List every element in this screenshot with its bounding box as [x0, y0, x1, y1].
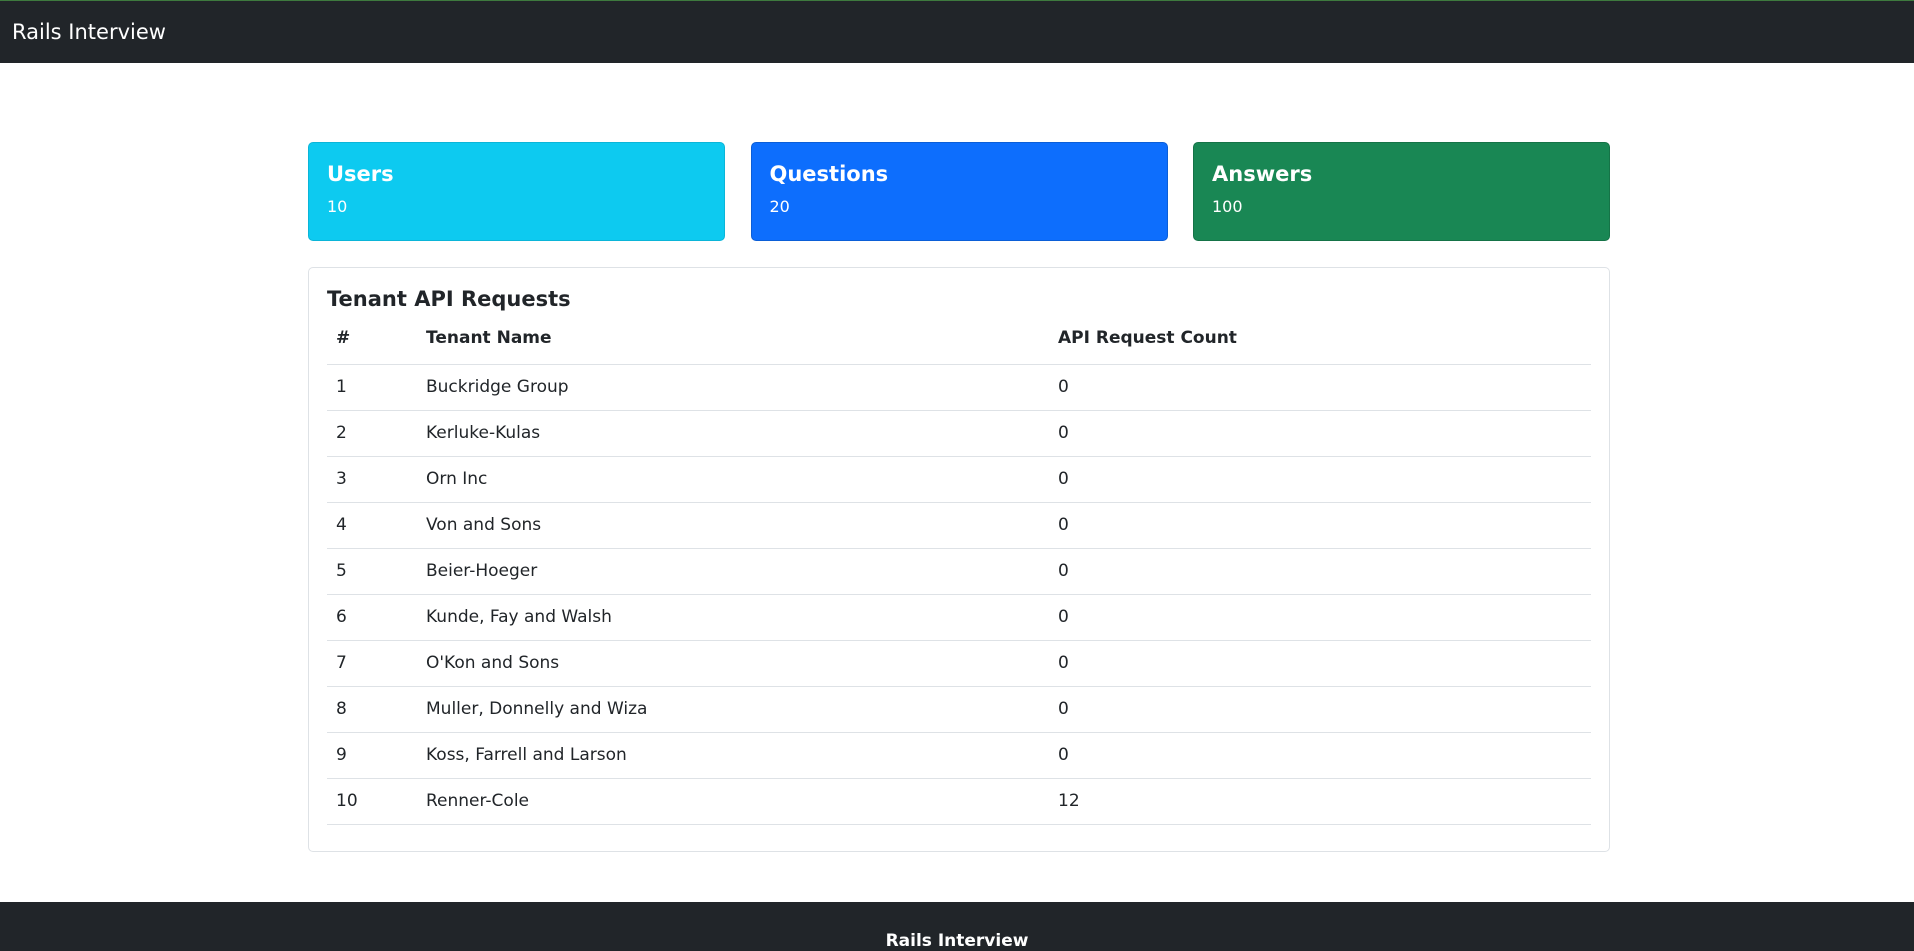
row-tenant-name: Renner-Cole — [417, 778, 1049, 825]
row-request-count: 0 — [1049, 686, 1591, 733]
table-title: Tenant API Requests — [327, 287, 571, 311]
table-row: 9 Koss, Farrell and Larson 0 — [327, 732, 1591, 779]
row-request-count: 0 — [1049, 548, 1591, 595]
table-row: 6 Kunde, Fay and Walsh 0 — [327, 594, 1591, 641]
row-tenant-name: Orn Inc — [417, 456, 1049, 503]
header-api-request-count: API Request Count — [1049, 326, 1591, 365]
row-tenant-name: Koss, Farrell and Larson — [417, 732, 1049, 779]
row-id: 1 — [327, 364, 417, 411]
row-request-count: 0 — [1049, 410, 1591, 457]
table-header-row: # Tenant Name API Request Count — [327, 326, 1591, 365]
row-request-count: 0 — [1049, 364, 1591, 411]
questions-stat-title: Questions — [769, 162, 889, 186]
row-request-count: 12 — [1049, 778, 1591, 825]
row-tenant-name: Buckridge Group — [417, 364, 1049, 411]
row-id: 5 — [327, 548, 417, 595]
row-id: 3 — [327, 456, 417, 503]
table-row: 8 Muller, Donnelly and Wiza 0 — [327, 686, 1591, 733]
users-stat-card: Users 10 — [308, 142, 725, 241]
table-row: 1 Buckridge Group 0 — [327, 364, 1591, 411]
answers-stat-title: Answers — [1212, 162, 1313, 186]
row-tenant-name: Kerluke-Kulas — [417, 410, 1049, 457]
row-id: 6 — [327, 594, 417, 641]
table-row: 2 Kerluke-Kulas 0 — [327, 410, 1591, 457]
header-number: # — [327, 326, 417, 365]
table-row: 4 Von and Sons 0 — [327, 502, 1591, 549]
row-request-count: 0 — [1049, 640, 1591, 687]
row-id: 10 — [327, 778, 417, 825]
questions-stat-card: Questions 20 — [750, 142, 1168, 241]
users-stat-title: Users — [327, 162, 394, 186]
row-request-count: 0 — [1049, 456, 1591, 503]
answers-stat-card: Answers 100 — [1193, 142, 1610, 241]
row-tenant-name: Muller, Donnelly and Wiza — [417, 686, 1049, 733]
footer-text: Rails Interview — [885, 931, 1029, 951]
answers-stat-value: 100 — [1212, 197, 1243, 216]
table-row: 5 Beier-Hoeger 0 — [327, 548, 1591, 595]
table-row: 7 O'Kon and Sons 0 — [327, 640, 1591, 687]
top-navbar: Rails Interview — [0, 0, 1914, 63]
row-id: 4 — [327, 502, 417, 549]
row-id: 9 — [327, 732, 417, 779]
questions-stat-value: 20 — [769, 197, 790, 216]
tenant-api-requests-card: Tenant API Requests # Tenant Name API Re… — [308, 267, 1610, 852]
users-stat-value: 10 — [327, 197, 348, 216]
row-request-count: 0 — [1049, 732, 1591, 779]
row-tenant-name: Von and Sons — [417, 502, 1049, 549]
row-tenant-name: Kunde, Fay and Walsh — [417, 594, 1049, 641]
navbar-brand-link[interactable]: Rails Interview — [12, 20, 166, 44]
stats-row: Users 10 Questions 20 Answers 100 — [308, 142, 1610, 241]
table-row: 10 Renner-Cole 12 — [327, 778, 1591, 825]
row-tenant-name: Beier-Hoeger — [417, 548, 1049, 595]
row-id: 7 — [327, 640, 417, 687]
row-request-count: 0 — [1049, 594, 1591, 641]
row-id: 2 — [327, 410, 417, 457]
row-request-count: 0 — [1049, 502, 1591, 549]
table-row: 3 Orn Inc 0 — [327, 456, 1591, 503]
page-footer: Rails Interview — [0, 902, 1914, 951]
header-tenant-name: Tenant Name — [417, 326, 1049, 365]
tenant-table: # Tenant Name API Request Count 1 Buckri… — [327, 326, 1591, 825]
row-tenant-name: O'Kon and Sons — [417, 640, 1049, 687]
main-content: Users 10 Questions 20 Answers 100 Tenant… — [308, 142, 1610, 852]
row-id: 8 — [327, 686, 417, 733]
